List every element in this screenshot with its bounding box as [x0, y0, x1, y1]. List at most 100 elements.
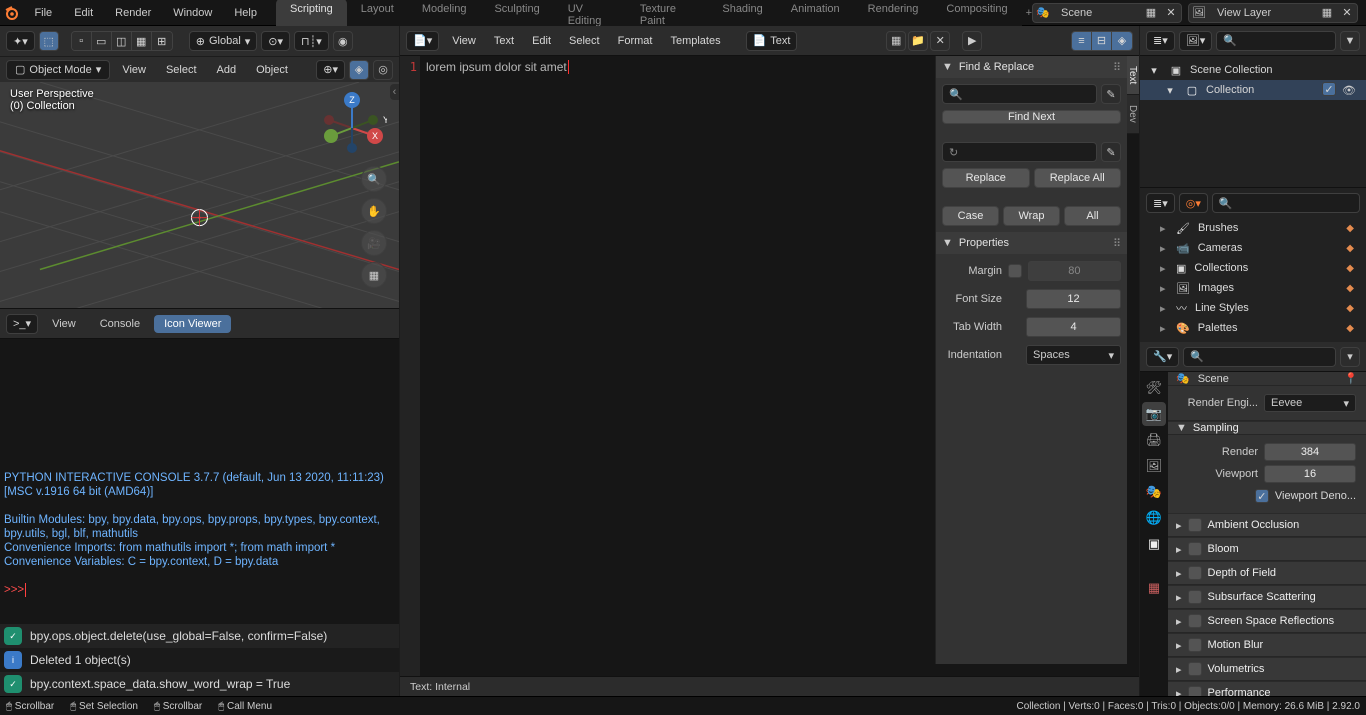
panel-bloom[interactable]: ▸Bloom: [1168, 537, 1366, 561]
eyedropper-icon[interactable]: ✎: [1101, 84, 1121, 104]
panel-performance[interactable]: ▸Performance: [1168, 681, 1366, 696]
find-input[interactable]: 🔍: [942, 84, 1097, 104]
editor-type-dropdown[interactable]: ≣▾: [1146, 31, 1175, 51]
nav-gizmo[interactable]: X Z Y: [317, 88, 387, 158]
breadcrumb-scene[interactable]: Scene: [1198, 373, 1229, 385]
texture-tab-icon[interactable]: ▦: [1142, 576, 1166, 600]
panel-enable-checkbox[interactable]: [1188, 542, 1202, 556]
orientation-dropdown[interactable]: ⊕Global▾: [189, 31, 258, 51]
te-menu-select[interactable]: Select: [560, 35, 609, 47]
render-tab-icon[interactable]: 📷: [1142, 402, 1166, 426]
open-text-icon[interactable]: 📁: [908, 31, 928, 51]
panel-volumetrics[interactable]: ▸Volumetrics: [1168, 657, 1366, 681]
data-row-palettes[interactable]: ▸🎨Palettes◆: [1140, 318, 1366, 338]
data-row-brushes[interactable]: ▸🖌Brushes◆: [1140, 218, 1366, 238]
sampling-panel-header[interactable]: ▼Sampling: [1168, 421, 1366, 435]
panel-enable-checkbox[interactable]: [1188, 614, 1202, 628]
replace-input[interactable]: ↻: [942, 142, 1097, 162]
editor-type-dropdown[interactable]: ✦▾: [6, 31, 35, 51]
menu-file[interactable]: File: [23, 0, 63, 26]
pan-icon[interactable]: ✋: [361, 198, 387, 224]
menu-window[interactable]: Window: [162, 0, 223, 26]
margin-value[interactable]: 80: [1028, 261, 1121, 281]
report-row[interactable]: ✓bpy.context.space_data.show_word_wrap =…: [0, 672, 399, 696]
eyedropper-icon[interactable]: ✎: [1101, 142, 1121, 162]
run-script-icon[interactable]: ▶: [962, 31, 982, 51]
mode-dropdown[interactable]: ▢Object Mode▾: [6, 60, 110, 80]
margin-checkbox[interactable]: [1008, 264, 1022, 278]
console-menu[interactable]: Console: [90, 315, 150, 333]
case-toggle[interactable]: Case: [942, 206, 999, 226]
tabwidth-value[interactable]: 4: [1026, 317, 1121, 337]
panel-screen-space-reflections[interactable]: ▸Screen Space Reflections: [1168, 609, 1366, 633]
menu-render[interactable]: Render: [104, 0, 162, 26]
report-row[interactable]: ✓bpy.ops.object.delete(use_global=False,…: [0, 624, 399, 648]
display-options[interactable]: ≡⊟◈: [1071, 31, 1133, 51]
editor-type-dropdown[interactable]: 📄▾: [406, 31, 439, 51]
zoom-icon[interactable]: 🔍: [361, 166, 387, 192]
viewport-samples-value[interactable]: 16: [1264, 465, 1356, 483]
proportional-edit-icon[interactable]: ◉: [333, 31, 353, 51]
find-replace-header[interactable]: ▼Find & Replace⠿: [936, 56, 1127, 78]
3d-viewport[interactable]: ✦▾ ⬚ ▫▭◫▦⊞ ⊕Global▾ ⊙▾ ⊓┊▾ ◉ ▢Object Mod…: [0, 26, 399, 309]
panel-depth-of-field[interactable]: ▸Depth of Field: [1168, 561, 1366, 585]
indent-select[interactable]: Spaces▾: [1026, 345, 1121, 365]
visibility-icon[interactable]: 👁: [1338, 82, 1360, 98]
editor-type-dropdown[interactable]: >_▾: [6, 314, 38, 334]
world-tab-icon[interactable]: 🌐: [1142, 506, 1166, 530]
object-menu[interactable]: Object: [248, 64, 296, 76]
select-menu[interactable]: Select: [158, 64, 205, 76]
menu-edit[interactable]: Edit: [63, 0, 104, 26]
te-menu-format[interactable]: Format: [609, 35, 662, 47]
overlay-toggle-icon[interactable]: ◎: [373, 60, 393, 80]
panel-subsurface-scattering[interactable]: ▸Subsurface Scattering: [1168, 585, 1366, 609]
data-row-line-styles[interactable]: ▸〰Line Styles◆: [1140, 298, 1366, 318]
ortho-icon[interactable]: ▦: [361, 262, 387, 288]
collection-row[interactable]: ▾▢Collection ✓ 👁: [1140, 80, 1366, 100]
view-menu[interactable]: View: [42, 315, 86, 333]
fontsize-value[interactable]: 12: [1026, 289, 1121, 309]
pivot-dropdown[interactable]: ⊙▾: [261, 31, 290, 51]
data-row-images[interactable]: ▸🖼Images◆: [1140, 278, 1366, 298]
wrap-toggle[interactable]: Wrap: [1003, 206, 1060, 226]
viewlayer-selector[interactable]: 🖼 View Layer ▦ ✕: [1188, 3, 1358, 23]
editor-type-dropdown[interactable]: ≣▾: [1146, 193, 1175, 213]
report-row[interactable]: iDeleted 1 object(s): [0, 648, 399, 672]
viewlayer-tab-icon[interactable]: 🖼: [1142, 454, 1166, 478]
te-menu-text[interactable]: Text: [485, 35, 523, 47]
property-search[interactable]: 🔍: [1183, 347, 1336, 367]
dev-tab[interactable]: Dev: [1127, 95, 1139, 134]
pin-icon[interactable]: 📍: [1344, 372, 1358, 385]
icon-viewer-tab[interactable]: Icon Viewer: [154, 315, 231, 333]
exclude-checkbox[interactable]: ✓: [1322, 82, 1336, 96]
menu-help[interactable]: Help: [223, 0, 268, 26]
editor-type-dropdown[interactable]: 🔧▾: [1146, 347, 1179, 367]
panel-enable-checkbox[interactable]: [1188, 662, 1202, 676]
find-next-button[interactable]: Find Next: [942, 110, 1121, 124]
render-engine-select[interactable]: Eevee▾: [1264, 394, 1356, 412]
browse-icon[interactable]: ▦: [1141, 3, 1161, 23]
sidebar-toggle[interactable]: ‹: [390, 84, 399, 100]
panel-enable-checkbox[interactable]: [1188, 638, 1202, 652]
console-output[interactable]: PYTHON INTERACTIVE CONSOLE 3.7.7 (defaul…: [0, 339, 399, 624]
collection-tab-icon[interactable]: ▣: [1142, 532, 1166, 556]
view-menu[interactable]: View: [114, 64, 154, 76]
panel-enable-checkbox[interactable]: [1188, 518, 1202, 532]
add-menu[interactable]: Add: [209, 64, 245, 76]
te-menu-templates[interactable]: Templates: [661, 35, 729, 47]
properties-header[interactable]: ▼Properties⠿: [936, 232, 1127, 254]
data-row-cameras[interactable]: ▸📹Cameras◆: [1140, 238, 1366, 258]
panel-enable-checkbox[interactable]: [1188, 686, 1202, 696]
close-icon[interactable]: ✕: [1161, 3, 1181, 23]
text-datablock[interactable]: 📄Text: [746, 31, 798, 51]
data-search[interactable]: 🔍: [1212, 193, 1360, 213]
scene-selector[interactable]: 🎭 Scene ▦ ✕: [1032, 3, 1182, 23]
text-tab[interactable]: Text: [1127, 56, 1139, 95]
cursor-tool-icon[interactable]: ⬚: [39, 31, 59, 51]
outliner-search[interactable]: 🔍: [1216, 31, 1336, 51]
scene-collection-row[interactable]: ▾▣Scene Collection: [1140, 60, 1366, 80]
panel-ambient-occlusion[interactable]: ▸Ambient Occlusion: [1168, 513, 1366, 537]
new-text-icon[interactable]: ▦: [886, 31, 906, 51]
text-editor-body[interactable]: 1 lorem ipsum dolor sit amet ▼Find & Rep…: [400, 56, 1139, 676]
overlays-dropdown[interactable]: ⊕▾: [316, 60, 345, 80]
